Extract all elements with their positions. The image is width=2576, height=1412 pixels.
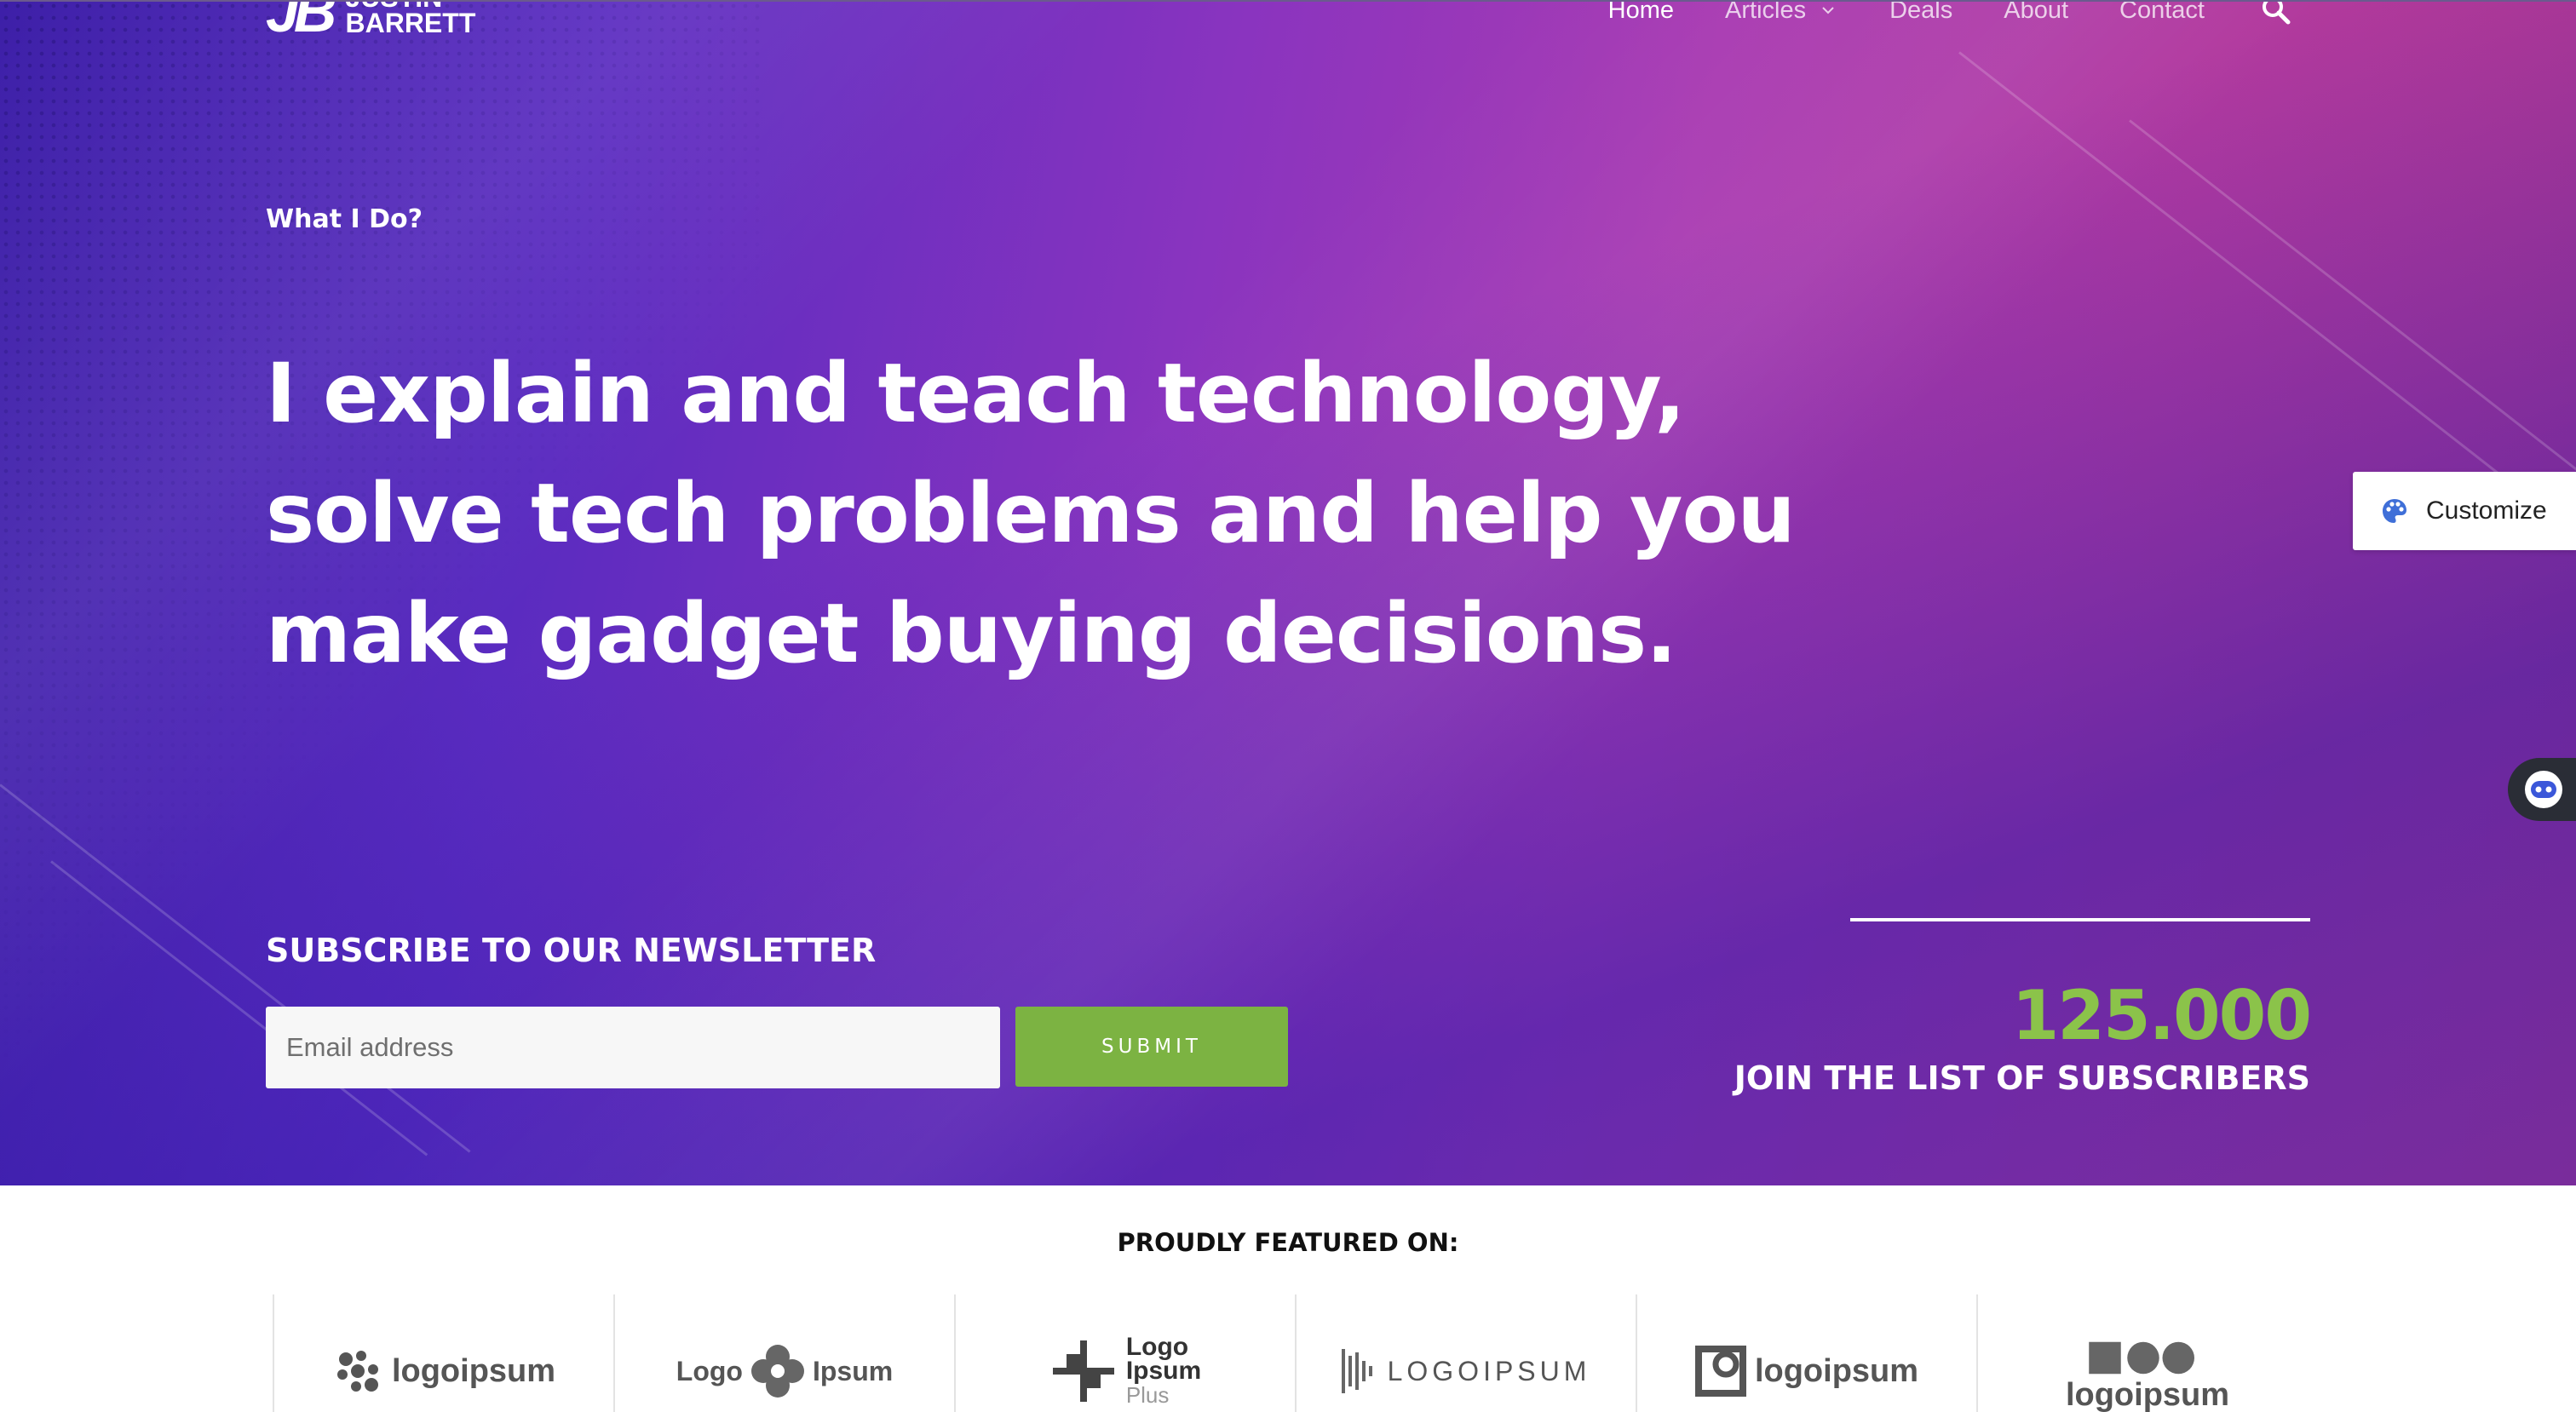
email-field[interactable]	[266, 1007, 1000, 1088]
nav-home[interactable]: Home	[1608, 0, 1674, 26]
logo-text: Ipsum	[1125, 1357, 1202, 1385]
featured-logos: logoipsum Logo Ipsum Logo Ipsum Plus LOG…	[273, 1294, 2317, 1412]
nav-articles-label: Articles	[1725, 0, 1807, 24]
featured-logo-6[interactable]: logoipsum	[1976, 1294, 2317, 1412]
stat-divider	[1850, 918, 2310, 921]
submit-button[interactable]: SUBMIT	[1015, 1007, 1288, 1087]
site-logo[interactable]: JB JUSTIN BARRETT	[266, 0, 475, 41]
logo-wordmark: JUSTIN BARRETT	[345, 0, 476, 38]
featured-logo-1[interactable]: logoipsum	[273, 1294, 613, 1412]
hero-headline: I explain and teach technology, solve te…	[266, 334, 1884, 694]
logo-text: logoipsum	[2065, 1377, 2230, 1412]
nav-contact[interactable]: Contact	[2119, 0, 2205, 26]
newsletter-title: SUBSCRIBE TO OUR NEWSLETTER	[266, 932, 877, 969]
dots-logo-icon	[336, 1351, 378, 1392]
cross-logo-icon	[1052, 1340, 1114, 1402]
assistant-button[interactable]	[2508, 758, 2576, 821]
shapes-logo-icon	[2089, 1341, 2194, 1375]
hero-kicker: What I Do?	[266, 204, 423, 234]
logo-text: logoipsum	[1754, 1352, 1919, 1389]
featured-logo-4[interactable]: LOGOIPSUM	[1295, 1294, 1636, 1412]
flower-logo-icon	[750, 1345, 804, 1398]
logo-mark: JB	[266, 0, 337, 44]
subscriber-count: 125.000	[2011, 976, 2312, 1055]
logo-line-2: BARRETT	[345, 8, 476, 38]
featured-logo-2[interactable]: Logo Ipsum	[613, 1294, 954, 1412]
featured-logo-5[interactable]: logoipsum	[1636, 1294, 1976, 1412]
nav-about[interactable]: About	[2004, 0, 2068, 26]
logo-text: Logo	[676, 1355, 743, 1386]
decorative-streak	[1958, 51, 2565, 525]
subscriber-label: JOIN THE LIST OF SUBSCRIBERS	[1734, 1059, 2310, 1097]
palette-icon	[2383, 499, 2406, 523]
main-nav: Home Articles Deals About Contact	[1557, 0, 2293, 27]
customize-button[interactable]: Customize	[2353, 472, 2576, 550]
chevron-down-icon	[1822, 7, 1834, 14]
logo-text: Plus	[1125, 1382, 1170, 1408]
logo-stack: Logo Ipsum Plus	[1125, 1333, 1202, 1408]
logo-text: Ipsum	[812, 1355, 894, 1386]
featured-title: PROUDLY FEATURED ON:	[1117, 1228, 1459, 1257]
headline-line: solve tech problems and help you	[266, 466, 1796, 561]
search-icon[interactable]	[2259, 0, 2293, 27]
headline-line: I explain and teach technology,	[266, 346, 1686, 441]
customize-label: Customize	[2426, 496, 2547, 525]
top-border	[0, 0, 2576, 2]
logo-text: Logo	[1125, 1333, 1189, 1361]
decorative-streak	[2129, 119, 2576, 489]
logo-text: LOGOIPSUM	[1387, 1355, 1591, 1386]
nav-articles[interactable]: Articles	[1725, 0, 1838, 26]
featured-logo-3[interactable]: Logo Ipsum Plus	[954, 1294, 1295, 1412]
bars-logo-icon	[1341, 1349, 1372, 1393]
headline-line: make gadget buying decisions.	[266, 586, 1677, 681]
robot-face-icon	[2525, 771, 2562, 808]
nav-deals[interactable]: Deals	[1889, 0, 1952, 26]
square-logo-icon	[1694, 1346, 1746, 1397]
logo-text: logoipsum	[391, 1352, 556, 1389]
